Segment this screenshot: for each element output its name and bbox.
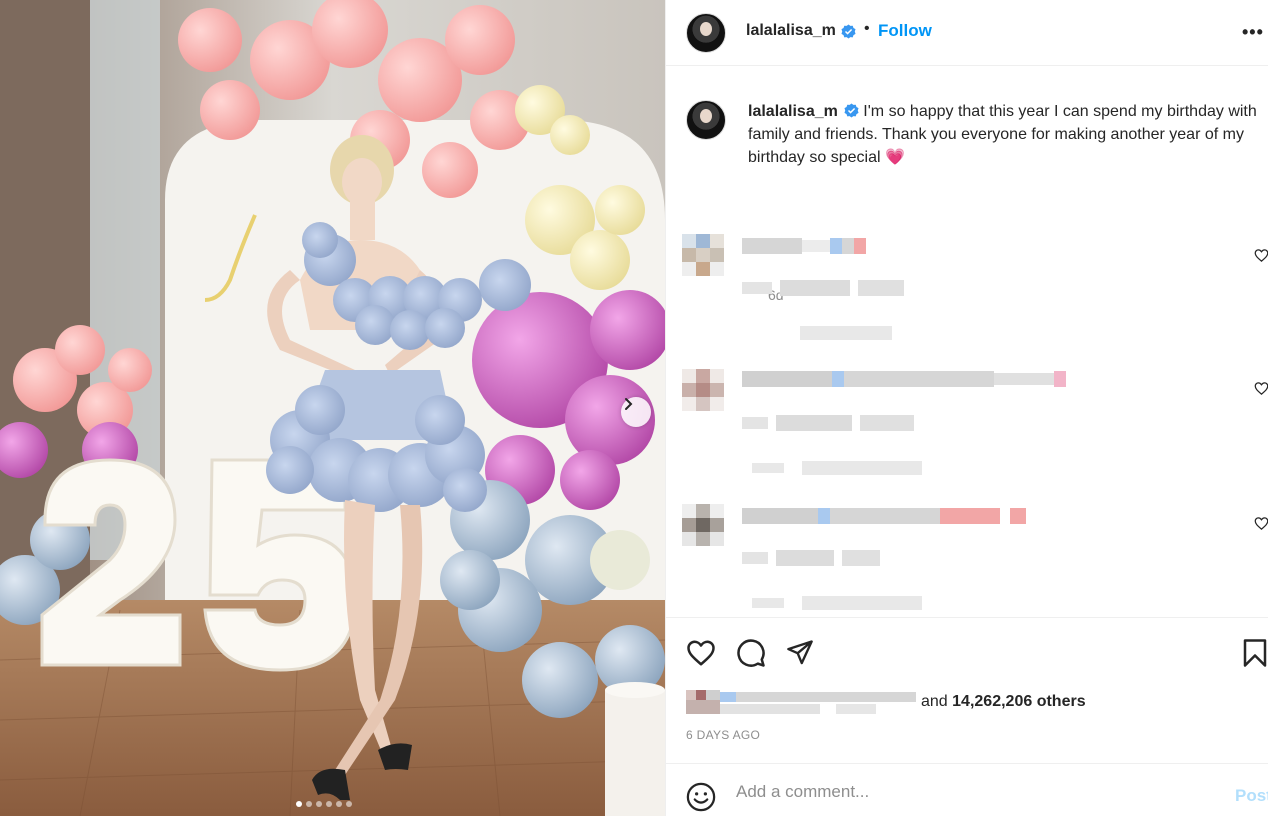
header-separator: • [864,20,870,37]
comment-username-obscured [742,238,866,254]
heart-icon[interactable] [686,638,716,668]
avatar[interactable] [682,504,724,546]
heart-icon[interactable] [1254,381,1268,396]
carousel-dot [346,801,352,807]
avatar[interactable] [682,369,724,411]
chevron-right-icon [625,398,633,410]
verified-badge-icon [841,24,856,39]
post-actions: and 14,262,206 others 6 DAYS AGO Post [666,617,1268,817]
carousel-dot [296,801,302,807]
comment-icon[interactable] [736,638,766,668]
comment-username-obscured [742,371,1066,387]
caption-text-block: lalalalisa_m I'm so happy that this year… [748,100,1268,169]
likes-summary: and 14,262,206 others [686,686,1086,718]
next-image-button[interactable] [621,397,651,427]
comment-item [666,365,1268,485]
follow-button[interactable]: Follow [878,21,932,41]
comment-item [666,500,1268,620]
more-options-icon[interactable]: ••• [1242,22,1264,43]
post-header: lalalalisa_m • Follow ••• [666,0,1268,66]
bookmark-icon[interactable] [1242,638,1268,668]
verified-badge-icon [844,103,859,118]
avatar[interactable] [686,100,726,140]
post-timestamp[interactable]: 6 DAYS AGO [686,728,760,742]
post-photo [0,0,665,816]
likes-text[interactable]: and 14,262,206 others [921,693,1086,711]
post-side-panel: lalalalisa_m • Follow ••• lalalalisa_m I… [665,0,1268,816]
avatar[interactable] [682,234,724,276]
comment-username-obscured [742,508,1026,524]
header-username[interactable]: lalalalisa_m [746,22,836,40]
comment-input[interactable] [736,778,1216,806]
heart-icon[interactable] [1254,516,1268,531]
add-comment-bar [666,763,1268,818]
comment-meta-obscured [800,326,892,340]
comment-item [666,230,1268,350]
instagram-post: lalalalisa_m • Follow ••• lalalalisa_m I… [0,0,1268,816]
comment-meta-obscured [752,596,922,610]
carousel-dot [316,801,322,807]
caption-username[interactable]: lalalalisa_m [748,103,838,120]
carousel-dot [326,801,332,807]
comment-text-obscured [742,415,914,431]
post-media[interactable] [0,0,665,816]
carousel-indicators [296,801,352,807]
comment-meta-obscured [752,461,922,475]
liked-by-obscured[interactable] [686,686,921,718]
carousel-dot [336,801,342,807]
comment-text-obscured [742,550,880,566]
heart-icon[interactable] [1254,248,1268,263]
comment-text-obscured [742,280,904,296]
carousel-dot [306,801,312,807]
heart-emoji: 💗 [884,149,905,166]
post-comment-button[interactable]: Post [1235,786,1268,806]
avatar[interactable] [686,13,726,53]
share-icon[interactable] [786,638,814,666]
smile-icon[interactable] [686,782,716,812]
